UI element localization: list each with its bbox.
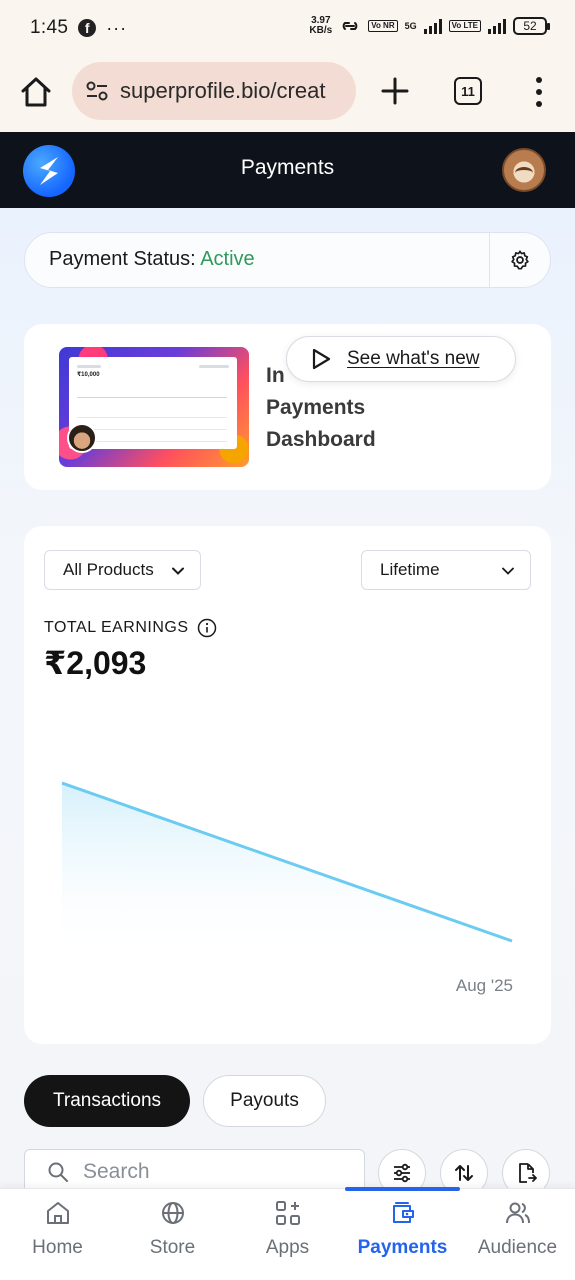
chevron-down-icon xyxy=(502,567,514,575)
total-earnings-label: TOTAL EARNINGS xyxy=(44,618,217,638)
info-icon[interactable] xyxy=(197,618,217,638)
filter-sliders-icon xyxy=(394,1163,410,1183)
presenter-avatar xyxy=(67,423,97,453)
new-tab-icon[interactable] xyxy=(378,74,412,108)
home-icon[interactable] xyxy=(18,74,54,110)
facebook-notification-icon: f xyxy=(78,19,97,37)
profile-avatar[interactable] xyxy=(502,148,546,192)
see-whats-new-button[interactable]: See what's new xyxy=(286,336,516,382)
period-filter-dropdown[interactable]: Lifetime xyxy=(361,550,531,590)
nav-item-home[interactable]: Home xyxy=(0,1189,115,1280)
sort-arrows-icon xyxy=(455,1165,473,1181)
app-header: Payments xyxy=(0,132,575,208)
tab-count: 11 xyxy=(461,83,475,99)
bottom-navigation: Home Store Apps Payments Audience xyxy=(0,1187,575,1280)
tab-payouts[interactable]: Payouts xyxy=(203,1075,326,1127)
site-settings-icon[interactable] xyxy=(84,78,110,104)
globe-icon xyxy=(161,1202,184,1224)
network-speed-unit: KB/s xyxy=(309,25,333,36)
payment-status-value: Active xyxy=(200,248,255,270)
chart-x-tick-label: Aug '25 xyxy=(455,976,513,995)
apps-icon xyxy=(275,1201,300,1225)
nav-label-apps: Apps xyxy=(265,1237,310,1258)
browser-menu-icon[interactable] xyxy=(527,74,551,110)
nav-label-audience: Audience xyxy=(477,1237,558,1258)
nav-label-home: Home xyxy=(32,1237,83,1258)
volte-nr-badge: Vo NR xyxy=(368,20,398,32)
settings-gear-icon[interactable] xyxy=(509,249,531,271)
tab-switcher-button[interactable]: 11 xyxy=(454,77,482,105)
dashboard-preview-image: ₹10,000 xyxy=(59,347,249,467)
hotspot-link-icon xyxy=(342,22,358,30)
payment-status-card: Payment Status: Active xyxy=(24,232,551,288)
main-content: Payment Status: Active ₹10,000 In Paymen xyxy=(0,208,575,1197)
product-filter-dropdown[interactable]: All Products xyxy=(44,550,201,590)
more-notifications-icon: ··· xyxy=(106,17,128,38)
url-text: superprofile.bio/creat xyxy=(120,78,326,103)
network-speed: 3.97 KB/s xyxy=(309,16,332,36)
promo-title-line2: Payments xyxy=(266,396,366,419)
wallet-icon xyxy=(392,1202,414,1223)
product-filter-value: All Products xyxy=(63,560,154,579)
promo-title-line3: Dashboard xyxy=(266,428,376,451)
period-filter-value: Lifetime xyxy=(380,560,440,579)
battery-icon: 52 xyxy=(513,17,550,35)
chevron-down-icon xyxy=(172,567,184,575)
nav-item-audience[interactable]: Audience xyxy=(460,1189,575,1280)
total-earnings-label-text: TOTAL EARNINGS xyxy=(44,619,189,636)
nav-item-store[interactable]: Store xyxy=(115,1189,230,1280)
signal-strength-icon-2 xyxy=(488,18,506,34)
search-input[interactable] xyxy=(83,1160,343,1184)
export-file-icon xyxy=(519,1163,537,1183)
network-type: 5G xyxy=(404,21,417,31)
tab-transactions[interactable]: Transactions xyxy=(24,1075,190,1127)
search-icon xyxy=(48,1162,68,1182)
payment-status-label: Payment Status: xyxy=(49,248,196,270)
status-time: 1:45 xyxy=(30,17,69,38)
browser-toolbar: superprofile.bio/creat 11 xyxy=(0,56,575,132)
nav-item-payments[interactable]: Payments xyxy=(345,1189,460,1280)
status-bar: 1:45 f ··· 3.97 KB/s Vo NR 5G Vo LTE 52 xyxy=(0,0,575,56)
signal-strength-icon xyxy=(423,18,442,34)
nav-item-apps[interactable]: Apps xyxy=(230,1189,345,1280)
nav-label-store: Store xyxy=(149,1237,196,1258)
status-indicators: 3.97 KB/s Vo NR 5G Vo LTE 52 xyxy=(309,16,550,36)
divider xyxy=(489,233,490,287)
see-whats-new-label: See what's new xyxy=(347,348,480,369)
earnings-card: All Products Lifetime TOTAL EARNINGS ₹2,… xyxy=(24,526,551,1044)
play-icon xyxy=(312,348,331,370)
total-earnings-value: ₹2,093 xyxy=(44,645,147,681)
page-title: Payments xyxy=(240,156,335,179)
users-icon xyxy=(505,1202,530,1224)
preview-amount: ₹10,000 xyxy=(77,372,100,378)
address-bar[interactable]: superprofile.bio/creat xyxy=(72,62,356,120)
home-icon xyxy=(46,1202,69,1224)
nav-label-payments: Payments xyxy=(357,1237,448,1258)
payment-status: Payment Status: Active xyxy=(49,248,255,271)
volte-lte-badge: Vo LTE xyxy=(448,20,481,32)
earnings-chart xyxy=(61,781,513,946)
battery-level: 52 xyxy=(523,19,537,33)
whats-new-promo-card[interactable]: ₹10,000 In Payments Dashboard See what's… xyxy=(24,324,551,490)
